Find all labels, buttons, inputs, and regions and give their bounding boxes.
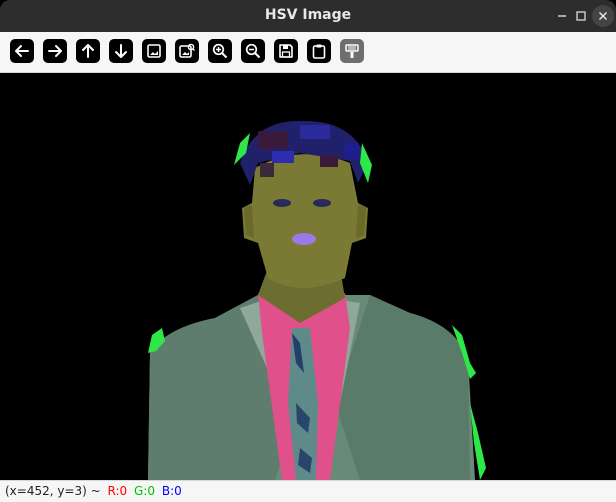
status-bar: (x=452, y=3) ~ R:0 G:0 B:0 (0, 480, 616, 502)
properties-button[interactable] (340, 39, 364, 63)
status-green-value: G:0 (134, 484, 156, 498)
arrow-up-icon (82, 44, 94, 58)
image-canvas[interactable] (0, 73, 616, 480)
pan-right-button[interactable] (43, 39, 67, 63)
status-coordinates: (x=452, y=3) ~ (5, 484, 101, 498)
zoom-in-button[interactable] (208, 39, 232, 63)
zoom-fit-button[interactable] (142, 39, 166, 63)
app-window: HSV Image (x=452, y=3) ~ R:0 G:0 B:0 (0, 0, 616, 502)
status-blue-value: B:0 (161, 484, 182, 498)
status-red-value: R:0 (107, 484, 128, 498)
toolbar (0, 32, 616, 73)
zoom-out-button[interactable] (241, 39, 265, 63)
zoom-in-icon (212, 43, 228, 59)
maximize-button[interactable] (570, 5, 592, 27)
pan-left-button[interactable] (10, 39, 34, 63)
pan-down-button[interactable] (109, 39, 133, 63)
clipboard-icon (312, 44, 326, 59)
zoom-original-button[interactable] (175, 39, 199, 63)
copy-button[interactable] (307, 39, 331, 63)
close-button[interactable] (592, 5, 614, 27)
zoom-out-icon (245, 43, 261, 59)
arrow-left-icon (15, 45, 29, 57)
save-icon (279, 44, 293, 58)
properties-icon (345, 44, 359, 58)
hsv-image (0, 73, 616, 480)
image-zoom-icon (179, 43, 195, 58)
arrow-right-icon (48, 45, 62, 57)
window-title: HSV Image (264, 7, 352, 23)
image-icon (147, 44, 161, 58)
title-bar[interactable]: HSV Image (0, 0, 616, 32)
save-button[interactable] (274, 39, 298, 63)
maximize-icon (576, 11, 586, 21)
close-icon (599, 12, 607, 20)
arrow-down-icon (115, 44, 127, 58)
pan-up-button[interactable] (76, 39, 100, 63)
